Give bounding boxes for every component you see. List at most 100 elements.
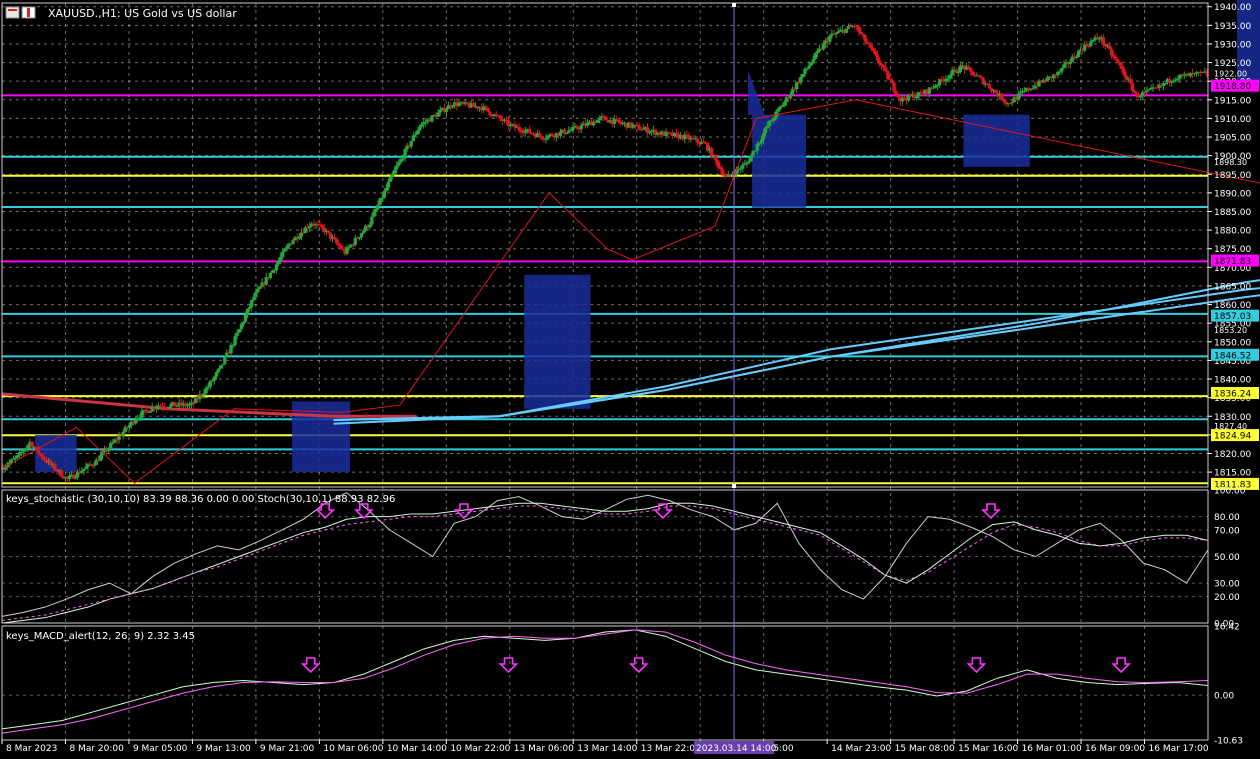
bear-candle — [486, 107, 490, 112]
bear-candle — [484, 106, 488, 108]
bull-candle — [579, 125, 583, 130]
bull-candle — [763, 127, 768, 134]
price-tick-label: 1915.00 — [1214, 96, 1251, 106]
price-tick-label: 1925.00 — [1214, 59, 1251, 69]
bear-candle — [1130, 82, 1135, 91]
bear-candle — [940, 79, 944, 81]
macd-alert-arrow — [1111, 657, 1132, 674]
stochastic-label: keys_stochastic (30,10,10) 83.39 88.36 0… — [6, 494, 395, 505]
price-tick-label: 1890.00 — [1214, 189, 1251, 199]
bull-candle — [523, 130, 527, 133]
bull-candle — [250, 299, 254, 307]
price-tick-label: 1815.00 — [1214, 469, 1251, 479]
bull-candle — [401, 158, 405, 160]
price-tick-label: 1935.00 — [1214, 22, 1251, 32]
one-click-trading-icon-bar — [27, 8, 30, 17]
bull-candle — [390, 173, 395, 177]
price-tick-label: 1895.00 — [1214, 171, 1251, 181]
moving-averages — [1, 279, 1260, 425]
bear-candle — [1114, 56, 1118, 60]
bull-candle — [759, 139, 764, 143]
bull-candle — [382, 190, 386, 198]
pane-frame — [1, 625, 1209, 741]
bear-candle — [714, 155, 718, 161]
bear-candle — [498, 115, 503, 119]
bear-candle — [604, 116, 608, 121]
bull-candle — [274, 264, 279, 271]
macd-tick-label: 16.42 — [1214, 623, 1240, 633]
window-icons[interactable] — [5, 6, 36, 19]
price-tick-label: 1930.00 — [1214, 40, 1251, 50]
bear-candle — [877, 60, 882, 64]
zigzag — [1, 99, 1260, 484]
bull-candle — [175, 405, 179, 407]
bull-candle — [805, 68, 809, 70]
bear-candle — [987, 84, 992, 89]
bear-candle — [1085, 44, 1089, 46]
time-tick-label: 9 Mar 05:00 — [133, 744, 188, 754]
bull-candle — [739, 168, 743, 170]
bull-candle — [776, 109, 780, 112]
zone-box — [524, 274, 591, 409]
macd-label: keys_MACD_alert(12, 26, 9) 2.32 3.45 — [6, 631, 195, 642]
bull-candle — [768, 120, 772, 126]
bear-candle — [981, 77, 985, 85]
mt-chart-window[interactable]: 1940.001935.001930.001925.001920.001915.… — [0, 0, 1260, 755]
bull-candle — [1174, 79, 1178, 81]
macd-alert-arrow — [966, 657, 987, 674]
bear-candle — [695, 138, 699, 143]
bull-candle — [15, 455, 20, 458]
bear-candle — [1118, 62, 1122, 66]
bear-candle — [160, 405, 165, 407]
bear-candle — [1132, 90, 1137, 93]
time-tick-label: 15 Mar 08:00 — [895, 744, 955, 754]
time-tick-label: 13 Mar 14:00 — [577, 744, 637, 754]
bull-candle — [415, 130, 420, 135]
bull-candle — [289, 243, 293, 245]
bull-candle — [1182, 74, 1186, 76]
bear-candle — [977, 75, 981, 77]
bull-candle — [772, 118, 776, 121]
bull-candle — [370, 216, 374, 225]
zone-box — [963, 114, 1030, 167]
price-level-tag-label: 1857.03 — [1214, 312, 1251, 322]
bear-candle — [871, 48, 876, 52]
bull-candle — [214, 372, 219, 377]
bull-candle — [782, 102, 786, 106]
bull-candle — [291, 240, 295, 244]
pane-frame — [1, 2, 1209, 488]
bull-candle — [281, 251, 285, 257]
bull-candle — [395, 165, 399, 170]
bear-candle — [326, 230, 331, 233]
bear-candle — [332, 237, 337, 240]
moving-average-line — [333, 294, 1260, 425]
time-tick-label: 9 Mar 21:00 — [260, 744, 315, 754]
bear-candle — [618, 121, 623, 124]
time-tick-label: 16 Mar 17:00 — [1149, 744, 1209, 754]
macd-tick-label: 0.00 — [1214, 692, 1234, 702]
time-tick-label: 13 Mar 22:00 — [641, 744, 701, 754]
bull-candle — [571, 127, 575, 131]
bear-candle — [645, 127, 650, 133]
chart-window-icon[interactable] — [5, 6, 20, 19]
price-tick-label: 1820.00 — [1214, 450, 1251, 460]
price-tick-label-small: 1922.00 — [1214, 70, 1247, 79]
bear-candle — [1112, 55, 1116, 57]
bear-candle — [674, 132, 679, 134]
bull-candle — [111, 442, 115, 444]
bull-candle — [258, 286, 262, 289]
bull-candle — [359, 233, 364, 238]
chart-window-icon-bar — [8, 9, 17, 11]
bull-candle — [788, 94, 793, 99]
bull-candle — [308, 226, 312, 229]
bull-candle — [1018, 92, 1023, 94]
chart-canvas[interactable]: 1940.001935.001930.001925.001920.001915.… — [0, 0, 1260, 755]
bull-candle — [1031, 88, 1035, 90]
price-level-tag-label: 1836.24 — [1214, 390, 1251, 400]
bull-candle — [185, 405, 190, 407]
time-tick-label: 15 Mar 16:00 — [958, 744, 1018, 754]
bull-candle — [357, 237, 362, 239]
bull-candle — [1010, 102, 1014, 104]
bull-candle — [107, 448, 111, 452]
bull-candle — [417, 126, 422, 131]
